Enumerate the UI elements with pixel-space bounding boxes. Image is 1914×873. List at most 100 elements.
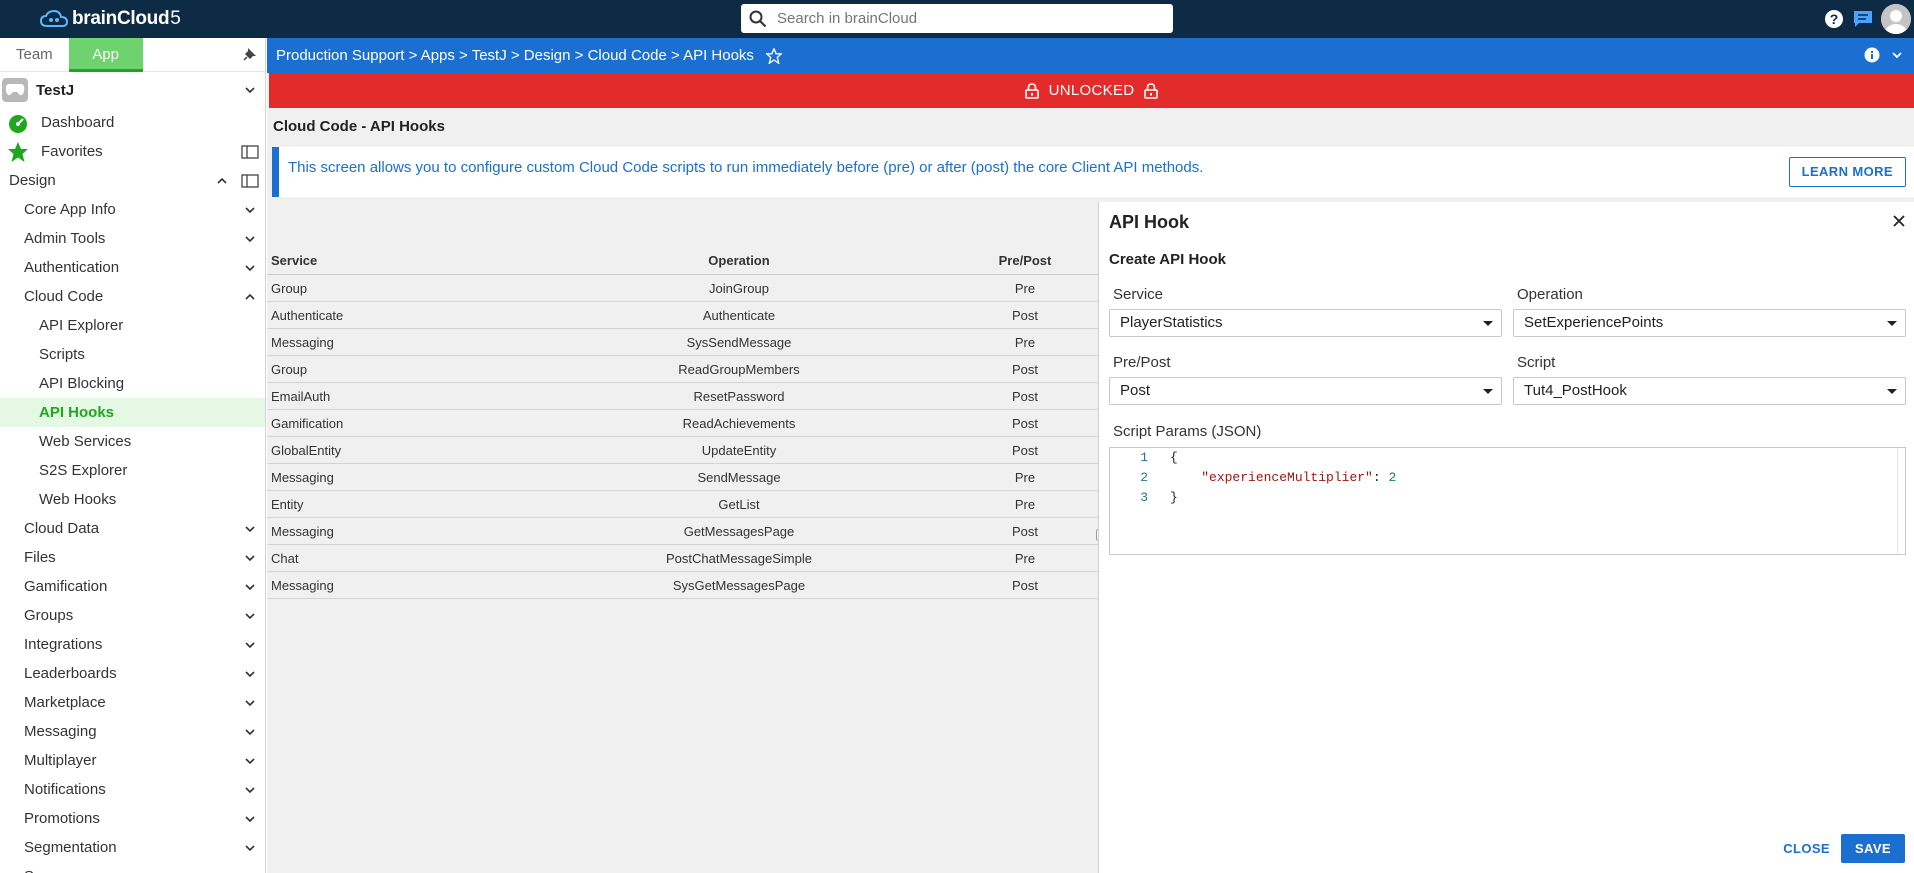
sidebar-item-label: Multiplayer <box>24 752 97 769</box>
script-params-editor[interactable]: 1 2 3 { "experienceMultiplier": 2 } <box>1109 447 1906 555</box>
cell-operation: ReadGroupMembers <box>678 361 800 377</box>
help-icon[interactable]: ? <box>1823 8 1845 30</box>
table-row[interactable]: Entity GetList Pre <box>267 491 1099 518</box>
sidebar-group-admin-tools[interactable]: Admin Tools <box>0 224 265 253</box>
user-avatar[interactable] <box>1881 4 1911 34</box>
column-header-prepost[interactable]: Pre/Post <box>951 253 1099 268</box>
favorite-star-icon[interactable] <box>765 47 782 64</box>
cell-operation: ReadAchievements <box>682 415 796 431</box>
cell-service: EmailAuth <box>271 388 331 404</box>
operation-select[interactable]: SetExperiencePoints <box>1513 309 1906 337</box>
sidebar-item-label: Cloud Data <box>24 520 100 537</box>
api-hook-panel: API Hook Create API Hook Service PlayerS… <box>1098 202 1914 873</box>
cell-service: Group <box>271 361 308 377</box>
braincloud-logo[interactable]: brainCloud 5 <box>40 6 181 32</box>
sidebar-group-integrations[interactable]: Integrations <box>0 630 265 659</box>
sidebar-item-api-hooks[interactable]: API Hooks <box>0 398 265 427</box>
chat-icon[interactable] <box>1852 8 1874 30</box>
sidebar-group-cloud-code[interactable]: Cloud Code <box>0 282 265 311</box>
pin-icon[interactable] <box>243 47 257 61</box>
learn-more-button[interactable]: LEARN MORE <box>1788 157 1906 187</box>
sidebar-group-notifications[interactable]: Notifications <box>0 775 265 804</box>
app-selector[interactable]: TestJ <box>0 72 265 108</box>
service-select[interactable]: PlayerStatistics <box>1109 309 1502 337</box>
operation-value: SetExperiencePoints <box>1524 314 1664 331</box>
table-header: Service Operation Pre/Post <box>267 247 1099 275</box>
code-area[interactable]: { "experienceMultiplier": 2 } <box>1170 448 1396 508</box>
editor-scrollbar[interactable] <box>1897 448 1905 554</box>
save-button[interactable]: SAVE <box>1841 834 1905 863</box>
column-header-service[interactable]: Service <box>267 253 527 268</box>
table-row[interactable]: Messaging GetMessagesPage Post <box>267 518 1099 545</box>
sidebar-group-leaderboards[interactable]: Leaderboards <box>0 659 265 688</box>
prepost-select[interactable]: Post <box>1109 377 1502 405</box>
table-row[interactable]: EmailAuth ResetPassword Post <box>267 383 1099 410</box>
table-row[interactable]: Messaging SendMessage Pre <box>267 464 1099 491</box>
cell-service: Chat <box>271 550 299 566</box>
table-row[interactable]: Gamification ReadAchievements Post <box>267 410 1099 437</box>
sidebar-item-api-explorer[interactable]: API Explorer <box>0 311 265 340</box>
sidebar-group-core-app-info[interactable]: Core App Info <box>0 195 265 224</box>
chevron-down-icon <box>245 728 255 735</box>
cell-prepost: Pre <box>1014 334 1036 350</box>
search-input[interactable] <box>777 10 1157 27</box>
sidebar-item-label: Authentication <box>24 259 120 276</box>
table-row[interactable]: Messaging SysGetMessagesPage Post <box>267 572 1099 599</box>
chevron-down-icon <box>243 870 257 873</box>
sidebar-group-files[interactable]: Files <box>0 543 265 572</box>
sidebar-item-scripts[interactable]: Scripts <box>0 340 265 369</box>
table-row[interactable]: Group JoinGroup Pre <box>267 275 1099 302</box>
search-box[interactable] <box>741 4 1173 33</box>
sidebar-group-promotions[interactable]: Promotions <box>0 804 265 833</box>
dropdown-caret-icon <box>1483 389 1493 394</box>
sidebar-group-marketplace[interactable]: Marketplace <box>0 688 265 717</box>
cell-operation: PostChatMessageSimple <box>666 550 812 566</box>
sidebar-item-label: Groups <box>24 607 74 624</box>
sidebar-item-web-services[interactable]: Web Services <box>0 427 265 456</box>
column-header-operation[interactable]: Operation <box>527 253 951 268</box>
sidebar-item-web-hooks[interactable]: Web Hooks <box>0 485 265 514</box>
sidebar-group-groups[interactable]: Groups <box>0 601 265 630</box>
search-icon <box>749 10 767 27</box>
chevron-up-icon <box>245 293 255 300</box>
sidebar-item-favorites[interactable]: Favorites <box>0 137 265 166</box>
sidebar-group-gamification[interactable]: Gamification <box>0 572 265 601</box>
tab-app[interactable]: App <box>68 38 143 72</box>
cell-service: Messaging <box>271 469 334 485</box>
info-icon[interactable] <box>1864 47 1880 63</box>
sidebar-item-label: Segmentation <box>24 839 117 856</box>
table-row[interactable]: Group ReadGroupMembers Post <box>267 356 1099 383</box>
panel-toggle-icon[interactable] <box>241 144 259 159</box>
sidebar-group-authentication[interactable]: Authentication <box>0 253 265 282</box>
chevron-down-icon[interactable] <box>1890 48 1904 62</box>
line-numbers: 1 2 3 <box>1110 448 1150 554</box>
table-row[interactable]: GlobalEntity UpdateEntity Post <box>267 437 1099 464</box>
script-select[interactable]: Tut4_PostHook <box>1513 377 1906 405</box>
table-row[interactable]: Messaging SysSendMessage Pre <box>267 329 1099 356</box>
cell-service: Messaging <box>271 577 334 593</box>
sidebar-group-messaging[interactable]: Messaging <box>0 717 265 746</box>
cell-prepost: Post <box>1011 442 1038 458</box>
table-row[interactable]: Chat PostChatMessageSimple Pre <box>267 545 1099 572</box>
info-text: This screen allows you to configure cust… <box>288 159 1204 176</box>
sidebar-item-label: Dashboard <box>41 114 115 131</box>
sidebar-section-design[interactable]: Design <box>0 166 265 195</box>
lock-banner[interactable]: UNLOCKED <box>269 73 1914 108</box>
sidebar-group-servers[interactable]: Servers <box>0 862 265 873</box>
sidebar-group-multiplayer[interactable]: Multiplayer <box>0 746 265 775</box>
tab-team[interactable]: Team <box>0 38 69 72</box>
sidebar-item-api-blocking[interactable]: API Blocking <box>0 369 265 398</box>
app-name: TestJ <box>36 81 75 99</box>
close-icon[interactable] <box>1890 212 1908 230</box>
table-row[interactable]: Authenticate Authenticate Post <box>267 302 1099 329</box>
sidebar-group-segmentation[interactable]: Segmentation <box>0 833 265 862</box>
panel-toggle-icon[interactable] <box>241 173 259 188</box>
prepost-value: Post <box>1120 382 1151 399</box>
svg-text:?: ? <box>1830 11 1839 27</box>
breadcrumb[interactable]: Production Support > Apps > TestJ > Desi… <box>276 47 754 64</box>
sidebar-group-cloud-data[interactable]: Cloud Data <box>0 514 265 543</box>
service-value: PlayerStatistics <box>1120 314 1223 331</box>
sidebar-item-dashboard[interactable]: Dashboard <box>0 108 265 137</box>
sidebar-item-s2s-explorer[interactable]: S2S Explorer <box>0 456 265 485</box>
close-button[interactable]: CLOSE <box>1783 835 1830 863</box>
